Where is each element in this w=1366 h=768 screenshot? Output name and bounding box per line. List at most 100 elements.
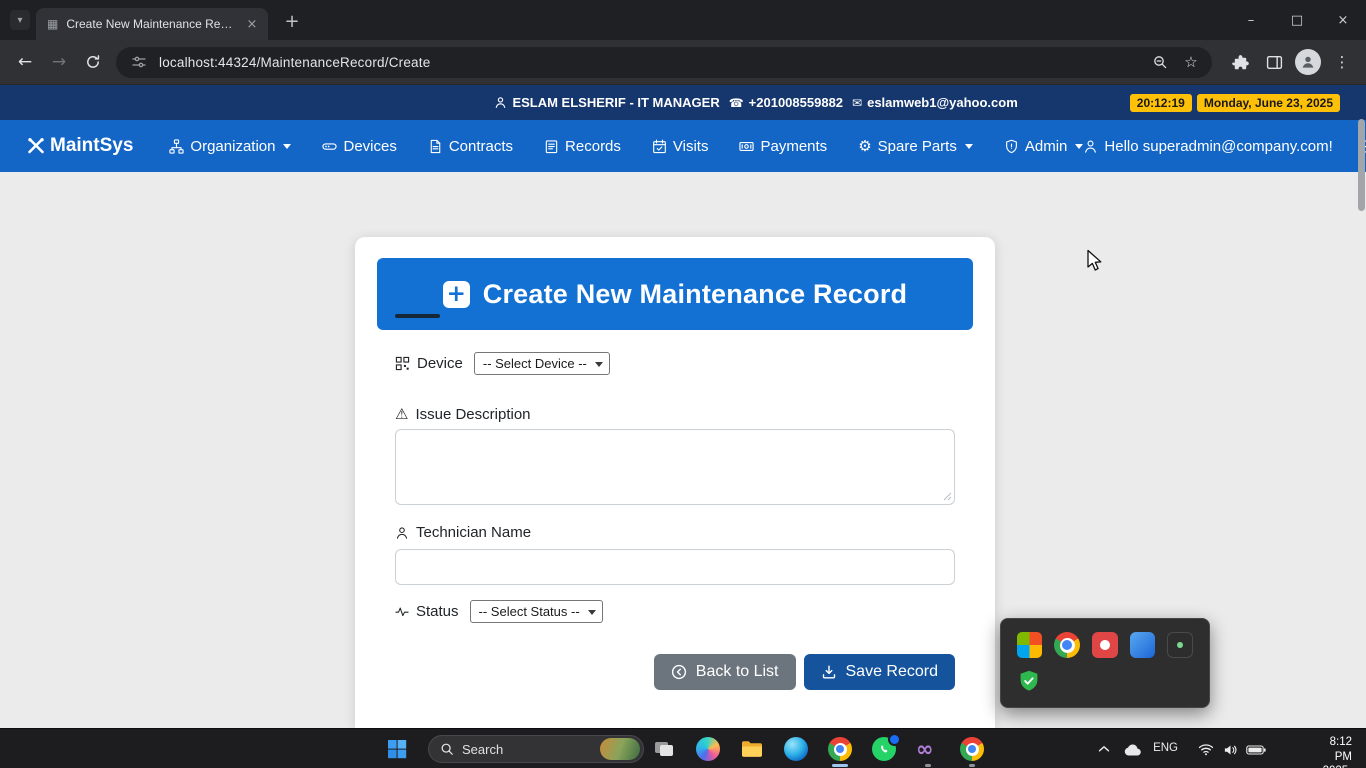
volume-button[interactable] <box>1223 744 1238 756</box>
person-icon <box>1302 56 1314 68</box>
cloud-icon <box>1124 744 1141 756</box>
chrome-button[interactable] <box>828 737 852 767</box>
nav-item-organization[interactable]: Organization <box>169 138 292 155</box>
save-record-button[interactable]: Save Record <box>803 654 955 690</box>
wifi-icon <box>1198 744 1214 756</box>
whatsapp-button[interactable] <box>872 733 901 761</box>
nav-item-contracts[interactable]: Contracts <box>428 138 513 155</box>
window-minimize-button[interactable]: – <box>1228 0 1274 40</box>
language-indicator[interactable]: ENG <box>1153 742 1178 754</box>
search-placeholder: Search <box>462 741 504 757</box>
browser-menu-button[interactable]: ⋮ <box>1326 46 1358 78</box>
reload-icon <box>87 55 100 68</box>
tab-search-button[interactable]: ▾ <box>10 10 30 30</box>
file-icon <box>430 139 441 153</box>
page-title: Create New Maintenance Record <box>482 278 908 309</box>
active-app-indicator <box>832 764 848 767</box>
battery-icon <box>1246 745 1266 755</box>
nav-item-visits[interactable]: Visits <box>652 138 708 155</box>
brand-name: MaintSys <box>50 135 134 156</box>
status-select[interactable]: -- Select Status -- <box>469 600 603 623</box>
chevron-down-icon: ▾ <box>17 14 23 26</box>
chrome-secondary-button[interactable] <box>960 737 984 767</box>
visual-studio-button[interactable]: ∞ <box>916 737 940 767</box>
phone-icon: ☎ <box>728 95 744 110</box>
profile-button[interactable] <box>1292 46 1324 78</box>
user-name: ESLAM ELSHERIF - IT MANAGER <box>512 95 720 110</box>
clock-widget: 20:12:19 Monday, June 23, 2025 <box>1129 93 1340 112</box>
caret-down-icon <box>283 143 292 149</box>
issue-description-textarea[interactable] <box>395 429 955 505</box>
tray-app-icon-4[interactable] <box>1129 632 1156 658</box>
address-bar[interactable]: localhost:44324/MaintenanceRecord/Create… <box>116 46 1212 78</box>
chrome-icon <box>1054 632 1081 658</box>
nav-item-records[interactable]: Records <box>544 138 621 155</box>
tray-chevron-button[interactable] <box>1098 745 1110 753</box>
nav-item-devices[interactable]: Devices <box>322 138 397 155</box>
side-panel-button[interactable] <box>1258 46 1290 78</box>
edge-button[interactable] <box>784 737 808 761</box>
form-area: Device -- Select Device -- ⚠ Issue Descr… <box>377 352 973 690</box>
copilot-button[interactable] <box>696 737 720 761</box>
technician-name-input[interactable] <box>395 549 955 585</box>
status-row: Status -- Select Status -- <box>395 600 955 623</box>
site-settings-icon <box>132 56 146 68</box>
start-button[interactable] <box>385 737 409 761</box>
tab-close-icon[interactable]: × <box>244 16 260 32</box>
back-button[interactable]: ← <box>8 45 42 79</box>
time-badge: 20:12:19 <box>1129 93 1192 112</box>
windows-taskbar: Search ∞ ENG 8:12 PM <box>0 728 1366 768</box>
browser-tab-strip: ▾ ▦ Create New Maintenance Record × + – … <box>0 0 1366 40</box>
tray-app-icon-3[interactable] <box>1092 632 1118 658</box>
cash-icon <box>739 141 755 151</box>
tray-security-shield-icon[interactable] <box>1017 669 1043 695</box>
device-row: Device -- Select Device -- <box>395 352 955 375</box>
window-close-button[interactable]: × <box>1320 0 1366 40</box>
battery-button[interactable] <box>1246 745 1266 755</box>
resize-grip-icon[interactable] <box>943 492 952 501</box>
nav-item-payments[interactable]: Payments <box>739 138 827 155</box>
chrome-icon <box>960 737 984 761</box>
window-maximize-button[interactable]: □ <box>1274 0 1320 40</box>
task-view-button[interactable] <box>652 737 676 761</box>
site-info-button[interactable] <box>128 51 150 73</box>
bookmark-star-icon[interactable]: ☆ <box>1180 51 1202 73</box>
nav-item-admin[interactable]: Admin <box>1004 138 1084 155</box>
extensions-button[interactable] <box>1224 46 1256 78</box>
tray-app-icon-5[interactable] <box>1167 632 1193 658</box>
wifi-button[interactable] <box>1198 743 1214 756</box>
taskbar-search-box[interactable]: Search <box>428 735 644 763</box>
search-highlight-image[interactable] <box>600 738 640 760</box>
onedrive-button[interactable] <box>1123 743 1142 756</box>
edge-icon <box>784 737 808 761</box>
shield-icon <box>1005 139 1017 153</box>
chevron-up-icon <box>1098 746 1110 752</box>
browser-tab[interactable]: ▦ Create New Maintenance Record × <box>36 8 268 40</box>
forward-button[interactable]: → <box>42 45 76 79</box>
screen: ▾ ▦ Create New Maintenance Record × + – … <box>0 0 1366 768</box>
file-explorer-button[interactable] <box>740 737 764 761</box>
form-buttons: Back to List Save Record <box>395 654 955 690</box>
search-icon <box>441 743 453 755</box>
url-text[interactable]: localhost:44324/MaintenanceRecord/Create <box>159 55 1140 70</box>
windows-logo-icon <box>388 740 407 759</box>
user-greeting-link[interactable]: Hello superadmin@company.com! <box>1083 138 1333 155</box>
info-bar: ESLAM ELSHERIF - IT MANAGER ☎ +201008559… <box>0 85 1366 120</box>
nav-item-spare-parts[interactable]: ⚙ Spare Parts <box>858 137 973 155</box>
new-tab-button[interactable]: + <box>280 9 304 33</box>
user-email[interactable]: eslamweb1@yahoo.com <box>867 95 1018 110</box>
status-label: Status <box>416 603 459 620</box>
device-select[interactable]: -- Select Device -- <box>473 352 610 375</box>
taskbar-clock[interactable]: 8:12 PM 2025-06-23 <box>1323 735 1352 768</box>
back-to-list-button[interactable]: Back to List <box>653 654 796 690</box>
date-badge: Monday, June 23, 2025 <box>1196 93 1340 112</box>
gear-icon: ⚙ <box>858 137 872 155</box>
select-caret-icon <box>587 610 596 615</box>
reload-button[interactable] <box>76 45 110 79</box>
tray-app-icon-1[interactable] <box>1017 632 1043 658</box>
page-scrollbar-thumb[interactable] <box>1358 119 1365 211</box>
brand-link[interactable]: MaintSys <box>26 135 133 157</box>
user-phone[interactable]: +201008559882 <box>749 95 843 110</box>
zoom-button[interactable] <box>1149 51 1171 73</box>
tray-app-icon-2[interactable] <box>1054 632 1081 658</box>
